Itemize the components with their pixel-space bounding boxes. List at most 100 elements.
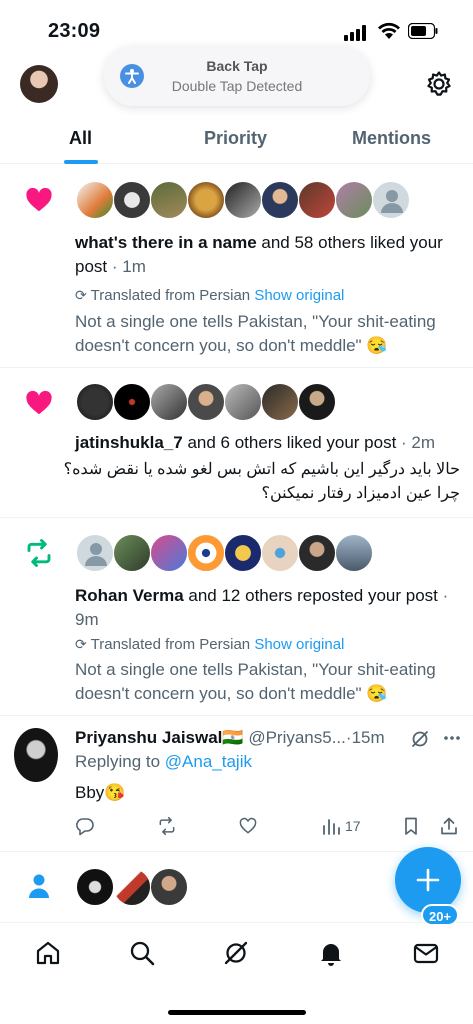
banner-title: Back Tap — [206, 58, 268, 74]
avatar[interactable] — [298, 383, 336, 421]
grok-icon[interactable] — [410, 729, 430, 749]
avatar[interactable] — [298, 534, 336, 572]
status-time: 23:09 — [48, 20, 101, 42]
avatar[interactable] — [261, 181, 299, 219]
avatar[interactable] — [113, 534, 151, 572]
like-button[interactable] — [238, 814, 258, 838]
bottom-tab-bar — [0, 922, 473, 1024]
heart-icon — [26, 390, 52, 415]
post-text: Not a single one tells Pakistan, "Your s… — [75, 660, 436, 703]
tweet-author-name[interactable]: Priyanshu Jaiswal🇮🇳 — [75, 728, 244, 747]
avatar[interactable] — [150, 868, 188, 906]
status-bar: 23:09 — [0, 0, 473, 50]
bell-icon — [321, 944, 341, 966]
tweet-text: Bby😘 — [75, 783, 126, 802]
heart-outline-icon — [239, 817, 257, 834]
person-icon — [29, 874, 49, 898]
grok-icon — [224, 941, 248, 965]
notification-text: what's there in a name and 58 others lik… — [75, 233, 443, 276]
messages-badge: 20+ — [421, 904, 460, 926]
tweet-handle[interactable]: @Priyans5... — [248, 728, 346, 747]
home-tab[interactable] — [34, 939, 62, 967]
bookmark-button[interactable] — [401, 814, 421, 838]
cellular-signal-icon — [344, 25, 366, 41]
show-original-link[interactable]: Show original — [254, 287, 344, 304]
tweet-time: 15m — [351, 728, 385, 747]
views-icon — [323, 819, 340, 835]
grok-tab[interactable] — [222, 939, 250, 967]
notification-like-2[interactable]: jatinshukla_7 and 6 others liked your po… — [0, 368, 473, 518]
avatar[interactable] — [113, 868, 151, 906]
tweet-header: Priyanshu Jaiswal🇮🇳 @Priyans5...·15m — [75, 728, 385, 747]
tab-indicator — [64, 160, 98, 164]
banner-subtitle: Double Tap Detected — [171, 78, 303, 94]
notifications-tab[interactable] — [317, 939, 345, 967]
translation-note: ⟳ Translated from Persian Show original — [75, 636, 345, 653]
avatar[interactable] — [224, 181, 262, 219]
reply-button[interactable] — [75, 814, 95, 838]
tab-all[interactable]: All — [69, 128, 92, 149]
views-button[interactable]: 17 — [321, 814, 361, 838]
show-original-link[interactable]: Show original — [254, 636, 344, 653]
replying-to: Replying to @Ana_tajik — [75, 752, 252, 771]
mail-icon — [413, 943, 439, 964]
tweet-author-avatar[interactable] — [14, 728, 58, 782]
views-count: 17 — [345, 818, 361, 834]
avatar[interactable] — [150, 534, 188, 572]
home-icon — [36, 941, 60, 965]
repost-icon — [159, 816, 175, 836]
avatar[interactable] — [76, 181, 114, 219]
tweet-actions: 17 — [75, 814, 465, 838]
avatar[interactable] — [113, 383, 151, 421]
compose-button[interactable] — [395, 847, 461, 913]
avatar[interactable] — [113, 181, 151, 219]
home-indicator — [168, 1010, 306, 1015]
back-tap-banner: Back Tap Double Tap Detected — [104, 46, 370, 106]
divider — [0, 851, 473, 852]
wifi-icon — [378, 22, 400, 39]
retweet-button[interactable] — [157, 814, 177, 838]
tab-mentions[interactable]: Mentions — [352, 128, 431, 149]
avatar[interactable] — [76, 383, 114, 421]
replying-to-user-link[interactable]: @Ana_tajik — [165, 752, 252, 771]
repost-icon — [27, 539, 51, 567]
battery-icon — [408, 23, 438, 39]
heart-icon — [26, 187, 52, 212]
avatar[interactable] — [76, 534, 114, 572]
tab-priority[interactable]: Priority — [204, 128, 267, 149]
gear-icon[interactable] — [425, 70, 453, 98]
user-name[interactable]: jatinshukla_7 — [75, 433, 183, 452]
share-icon — [441, 817, 457, 835]
avatar[interactable] — [298, 181, 336, 219]
avatar[interactable] — [372, 181, 410, 219]
user-name[interactable]: Rohan Verma — [75, 586, 184, 605]
avatar[interactable] — [224, 383, 262, 421]
search-icon — [130, 941, 155, 966]
avatar[interactable] — [187, 181, 225, 219]
post-text: Not a single one tells Pakistan, "Your s… — [75, 312, 436, 355]
avatar[interactable] — [261, 383, 299, 421]
bookmark-icon — [405, 817, 417, 835]
share-button[interactable] — [439, 814, 459, 838]
post-text: حالا باید درگیر این باشیم که اتش بس لغو … — [63, 461, 460, 502]
avatar[interactable] — [224, 534, 262, 572]
avatar[interactable] — [150, 383, 188, 421]
compose-icon — [416, 868, 440, 892]
notification-like-1[interactable]: what's there in a name and 58 others lik… — [0, 165, 473, 368]
reply-icon — [76, 818, 94, 836]
notification-tabs: All Priority Mentions — [0, 118, 473, 164]
avatar[interactable] — [187, 383, 225, 421]
messages-tab[interactable] — [412, 939, 440, 967]
avatar[interactable] — [187, 534, 225, 572]
avatar[interactable] — [261, 534, 299, 572]
more-options-icon[interactable] — [443, 733, 461, 743]
avatar[interactable] — [76, 868, 114, 906]
avatar[interactable] — [150, 181, 188, 219]
avatar[interactable] — [335, 534, 373, 572]
search-tab[interactable] — [128, 939, 156, 967]
notification-repost[interactable]: Rohan Verma and 12 others reposted your … — [0, 518, 473, 716]
translation-note: ⟳ Translated from Persian Show original — [75, 287, 345, 304]
profile-avatar[interactable] — [20, 65, 58, 103]
avatar[interactable] — [335, 181, 373, 219]
user-name[interactable]: what's there in a name — [75, 233, 257, 252]
